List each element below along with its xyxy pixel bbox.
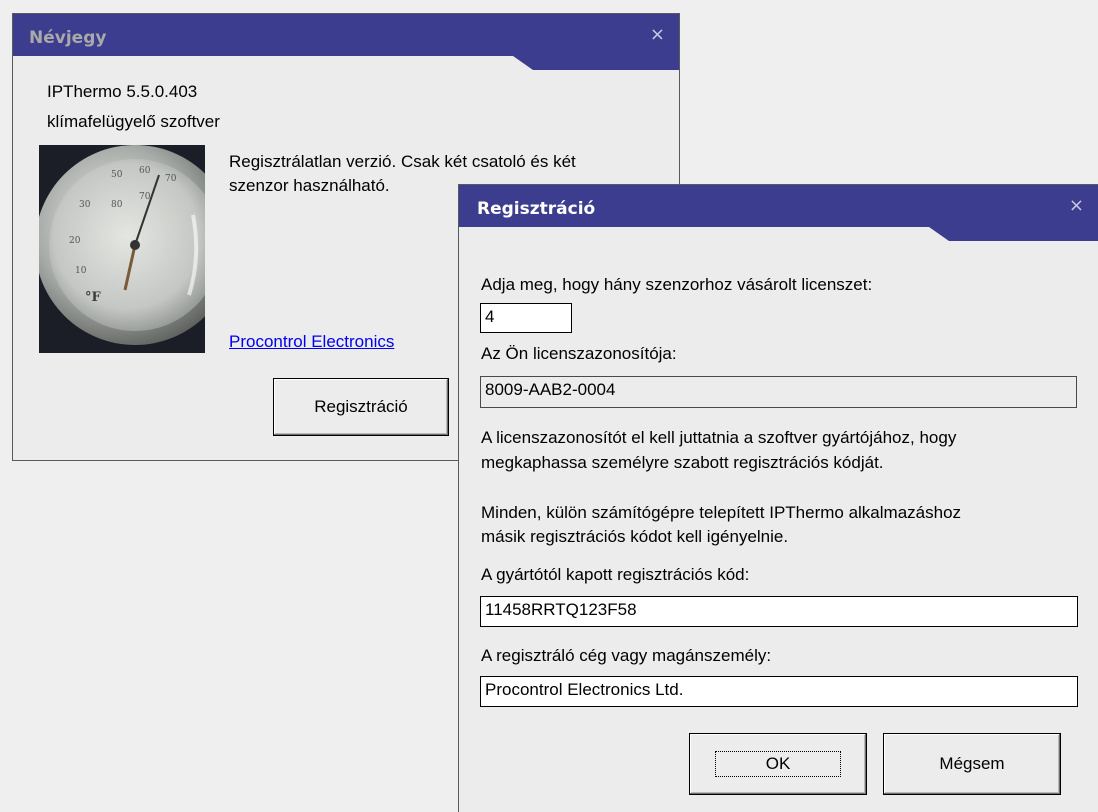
install-info-line1: Minden, külön számítógépre telepített IP… bbox=[481, 503, 962, 522]
svg-text:80: 80 bbox=[111, 200, 123, 210]
sensor-count-input[interactable]: 4 bbox=[480, 303, 572, 333]
license-id-field[interactable]: 8009-AAB2-0004 bbox=[480, 376, 1077, 408]
license-info-line2: megkaphassa személyre szabott regisztrác… bbox=[481, 453, 884, 472]
app-name: IPThermo 5.5.0.403 bbox=[47, 82, 198, 101]
unregistered-notice-line1: Regisztrálatlan verzió. Csak két csatoló… bbox=[229, 152, 576, 171]
svg-text:10: 10 bbox=[75, 266, 87, 276]
hygrometer-image: 50 60 70 30 20 10 80 70 °F bbox=[39, 145, 205, 353]
about-title: Névjegy bbox=[29, 28, 107, 48]
registrant-label: A regisztráló cég vagy magánszemély: bbox=[481, 646, 772, 665]
install-info-line2: másik regisztrációs kódot kell igényelni… bbox=[481, 527, 789, 546]
unregistered-notice-line2: szenzor használható. bbox=[229, 176, 390, 195]
registration-close-icon[interactable]: × bbox=[1069, 195, 1084, 216]
svg-text:60: 60 bbox=[139, 166, 151, 176]
svg-text:70: 70 bbox=[139, 192, 151, 202]
svg-text:20: 20 bbox=[69, 236, 81, 246]
about-titlebar[interactable]: Névjegy × bbox=[13, 14, 679, 70]
registration-dialog: Regisztráció × Adja meg, hogy hány szenz… bbox=[458, 184, 1098, 812]
cancel-button[interactable]: Mégsem bbox=[883, 733, 1061, 795]
svg-text:70: 70 bbox=[165, 174, 177, 184]
ok-button-label: OK bbox=[714, 751, 842, 777]
registration-titlebar[interactable]: Regisztráció × bbox=[459, 185, 1098, 241]
registrant-input[interactable]: Procontrol Electronics Ltd. bbox=[480, 676, 1078, 707]
sensor-count-label: Adja meg, hogy hány szenzorhoz vásárolt … bbox=[481, 275, 873, 294]
license-id-label: Az Ön licenszazonosítója: bbox=[481, 344, 677, 363]
about-titlebar-shape bbox=[13, 14, 679, 70]
svg-text:50: 50 bbox=[111, 170, 123, 180]
app-description: klímafelügyelő szoftver bbox=[47, 112, 220, 131]
registration-code-input[interactable]: 11458RRTQ123F58 bbox=[480, 596, 1078, 627]
svg-text:°F: °F bbox=[85, 290, 102, 305]
registration-code-label: A gyártótól kapott regisztrációs kód: bbox=[481, 565, 750, 584]
about-close-icon[interactable]: × bbox=[650, 24, 665, 45]
svg-text:30: 30 bbox=[79, 200, 91, 210]
registration-title: Regisztráció bbox=[477, 199, 596, 219]
about-register-button[interactable]: Regisztráció bbox=[273, 378, 449, 436]
ok-button[interactable]: OK bbox=[689, 733, 867, 795]
procontrol-link[interactable]: Procontrol Electronics bbox=[229, 332, 394, 352]
license-info-line1: A licenszazonosítót el kell juttatnia a … bbox=[481, 428, 957, 447]
